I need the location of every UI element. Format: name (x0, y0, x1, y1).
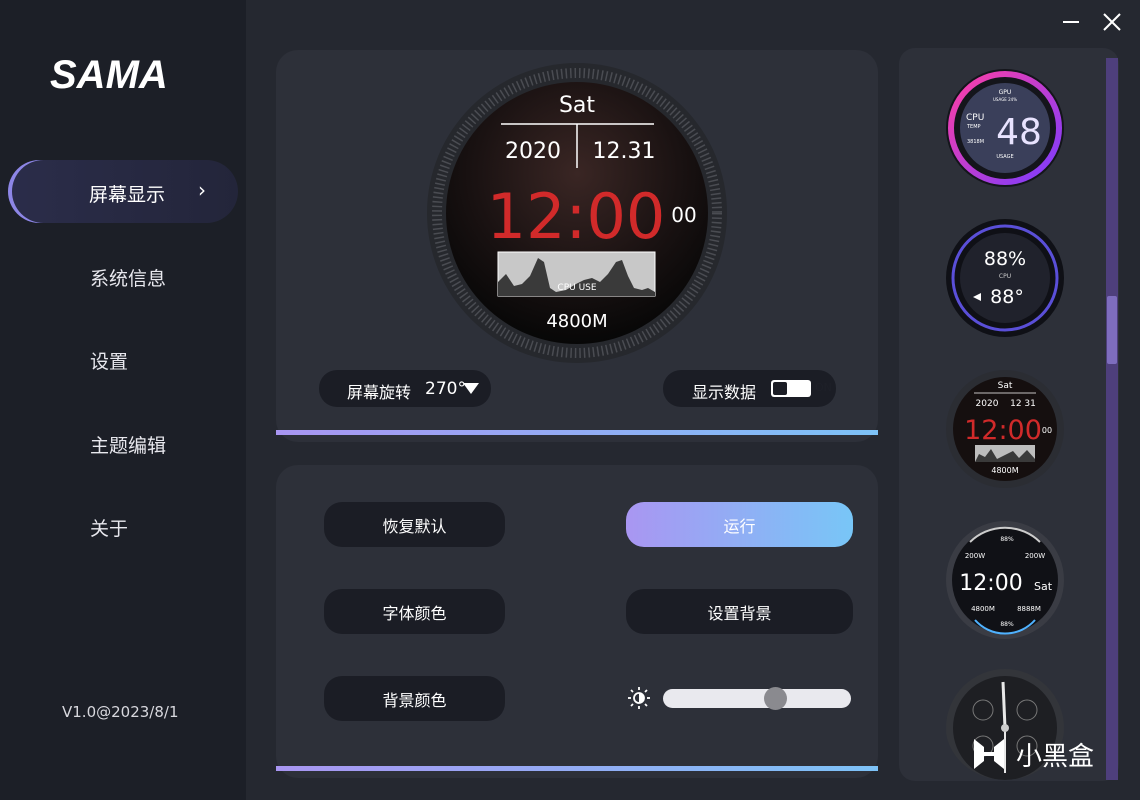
theme-thumb-1[interactable]: GPU USAGE 24% CPU TEMP 3818M 48 USAGE (945, 68, 1065, 188)
svg-text:GPU: GPU (999, 89, 1012, 96)
accent-bar (276, 430, 878, 435)
theme-thumb-2[interactable]: 88% CPU 88° (945, 218, 1065, 338)
theme-thumb-3[interactable]: Sat 2020 12 31 12:00 00 4800M (945, 369, 1065, 489)
background-color-button[interactable]: 背景颜色 (324, 676, 505, 721)
sidebar-item-system-info[interactable]: 系统信息 (90, 264, 166, 291)
svg-text:SAMA: SAMA (50, 53, 168, 97)
svg-text:2020: 2020 (976, 399, 999, 409)
rotation-select[interactable]: 屏幕旋转 270° (319, 370, 491, 407)
sidebar-item-theme-edit[interactable]: 主题编辑 (90, 431, 166, 458)
svg-text:4800M: 4800M (991, 466, 1018, 475)
preview-graph-label: CPU USE (557, 283, 596, 293)
app-logo: SAMA (50, 53, 168, 97)
version-label: V1.0@2023/8/1 (62, 703, 179, 721)
preview-time: 12:00 (487, 180, 666, 253)
clock-preview: Sat 2020 12.31 12:00 00 CPU USE 4800M (427, 63, 727, 363)
show-data-label: 显示数据 (692, 383, 757, 402)
run-button[interactable]: 运行 (626, 502, 853, 547)
sidebar-item-about[interactable]: 关于 (90, 514, 128, 541)
brightness-slider-track[interactable] (663, 689, 851, 708)
svg-text:200W: 200W (1025, 552, 1045, 560)
theme-list-scrollbar[interactable] (1106, 58, 1118, 780)
svg-text:88°: 88° (990, 286, 1024, 308)
watermark-text: 小黑盒 (1016, 741, 1095, 772)
svg-text:88%: 88% (1000, 536, 1014, 543)
svg-text:8888M: 8888M (1017, 605, 1041, 613)
svg-text:4800M: 4800M (971, 605, 995, 613)
svg-text:88%: 88% (1000, 621, 1014, 628)
svg-text:CPU: CPU (999, 273, 1011, 280)
svg-text:USAGE 24%: USAGE 24% (993, 97, 1017, 102)
svg-text:Sat: Sat (1034, 580, 1053, 593)
preview-seconds: 00 (671, 203, 696, 227)
accent-bar-bottom (276, 766, 878, 771)
preview-day: Sat (559, 93, 595, 118)
brightness-icon (628, 687, 650, 709)
font-color-button[interactable]: 字体颜色 (324, 589, 505, 634)
show-data-control: 显示数据 ON (663, 370, 836, 407)
sidebar-item-screen-display[interactable]: 屏幕显示 › (8, 160, 238, 223)
svg-text:USAGE: USAGE (996, 154, 1013, 160)
set-background-button[interactable]: 设置背景 (626, 589, 853, 634)
minimize-icon[interactable] (1057, 8, 1085, 36)
watermark: 小黑盒 (970, 735, 1094, 773)
chevron-right-icon: › (198, 178, 206, 202)
restore-default-button[interactable]: 恢复默认 (324, 502, 505, 547)
sidebar: SAMA 屏幕显示 › 系统信息 设置 主题编辑 关于 V1.0@2023/8/… (0, 0, 246, 800)
preview-freq: 4800M (546, 311, 607, 332)
svg-text:TEMP: TEMP (966, 124, 981, 130)
svg-text:3818M: 3818M (967, 139, 984, 145)
caret-down-icon (463, 383, 479, 394)
theme-list-scroll-thumb[interactable] (1107, 296, 1117, 364)
svg-text:12 31: 12 31 (1010, 399, 1036, 409)
rotation-label: 屏幕旋转 (347, 383, 412, 402)
toggle-state: ON (815, 381, 832, 394)
close-icon[interactable] (1098, 8, 1126, 36)
show-data-toggle[interactable] (771, 380, 811, 397)
theme-thumb-4[interactable]: 88% 200W 200W 12:00 Sat 4800M 8888M 88% (945, 520, 1065, 640)
svg-text:12:00: 12:00 (964, 415, 1042, 446)
rotation-value: 270° (425, 379, 466, 399)
svg-text:48: 48 (996, 112, 1042, 153)
svg-text:88%: 88% (984, 248, 1026, 270)
svg-text:200W: 200W (965, 552, 985, 560)
svg-text:Sat: Sat (998, 381, 1013, 391)
preview-year: 2020 (505, 139, 561, 164)
svg-text:12:00: 12:00 (959, 571, 1022, 596)
preview-date: 12.31 (593, 139, 656, 164)
svg-text:00: 00 (1042, 426, 1052, 435)
sidebar-item-settings[interactable]: 设置 (90, 347, 128, 374)
sidebar-item-label: 屏幕显示 (89, 184, 166, 206)
heybox-logo-icon (974, 739, 1004, 769)
svg-text:CPU: CPU (966, 113, 984, 123)
